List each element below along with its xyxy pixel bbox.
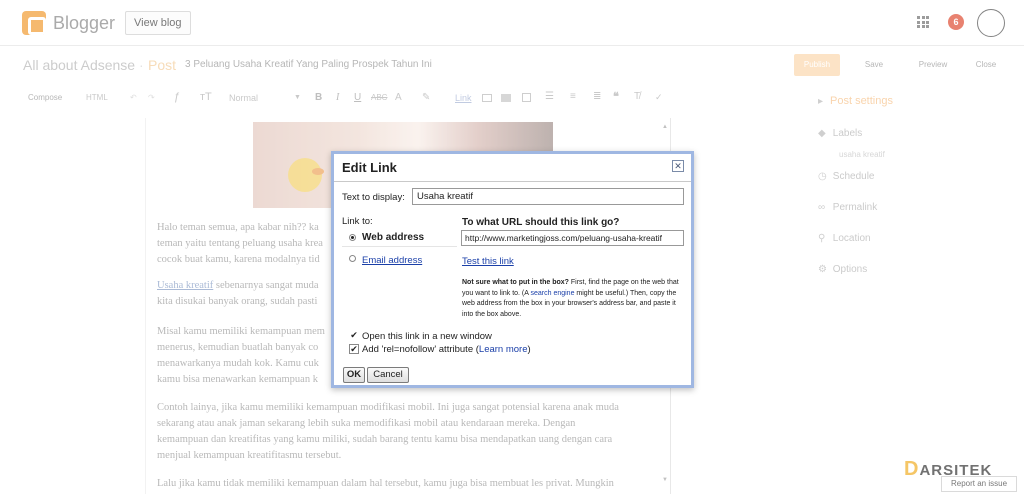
help-text: Not sure what to put in the box? First, … xyxy=(462,278,686,320)
nofollow-label: Add 'rel=nofollow' attribute (Learn more… xyxy=(362,344,531,355)
text-to-display-input[interactable] xyxy=(412,188,684,205)
search-engine-link[interactable]: search engine xyxy=(530,290,574,297)
nofollow-text-end: ) xyxy=(527,344,531,355)
web-address-radio[interactable] xyxy=(349,234,356,241)
open-new-window-checkbox[interactable]: ✔ xyxy=(349,330,359,340)
close-icon[interactable]: ✕ xyxy=(672,160,684,172)
email-address-option[interactable]: Email address xyxy=(362,255,422,266)
dialog-divider xyxy=(334,181,691,182)
text-to-display-label: Text to display: xyxy=(342,192,405,203)
ok-button[interactable]: OK xyxy=(343,367,365,383)
url-question-label: To what URL should this link go? xyxy=(462,217,620,228)
nofollow-text[interactable]: Add 'rel=nofollow' attribute ( xyxy=(362,344,479,355)
nofollow-checkbox[interactable]: ✔ xyxy=(349,344,359,354)
open-new-window-label[interactable]: Open this link in a new window xyxy=(362,331,492,342)
url-input[interactable] xyxy=(461,230,684,246)
link-to-divider xyxy=(342,246,457,247)
dialog-title: Edit Link xyxy=(342,160,397,175)
help-heading: Not sure what to put in the box? xyxy=(462,279,569,286)
web-address-option[interactable]: Web address xyxy=(362,232,424,243)
link-to-label: Link to: xyxy=(342,216,373,227)
learn-more-link[interactable]: Learn more xyxy=(479,344,528,355)
email-address-radio[interactable] xyxy=(349,255,356,262)
test-link[interactable]: Test this link xyxy=(462,256,514,267)
cancel-button[interactable]: Cancel xyxy=(367,367,409,383)
edit-link-dialog: Edit Link ✕ Text to display: Link to: We… xyxy=(331,151,694,388)
